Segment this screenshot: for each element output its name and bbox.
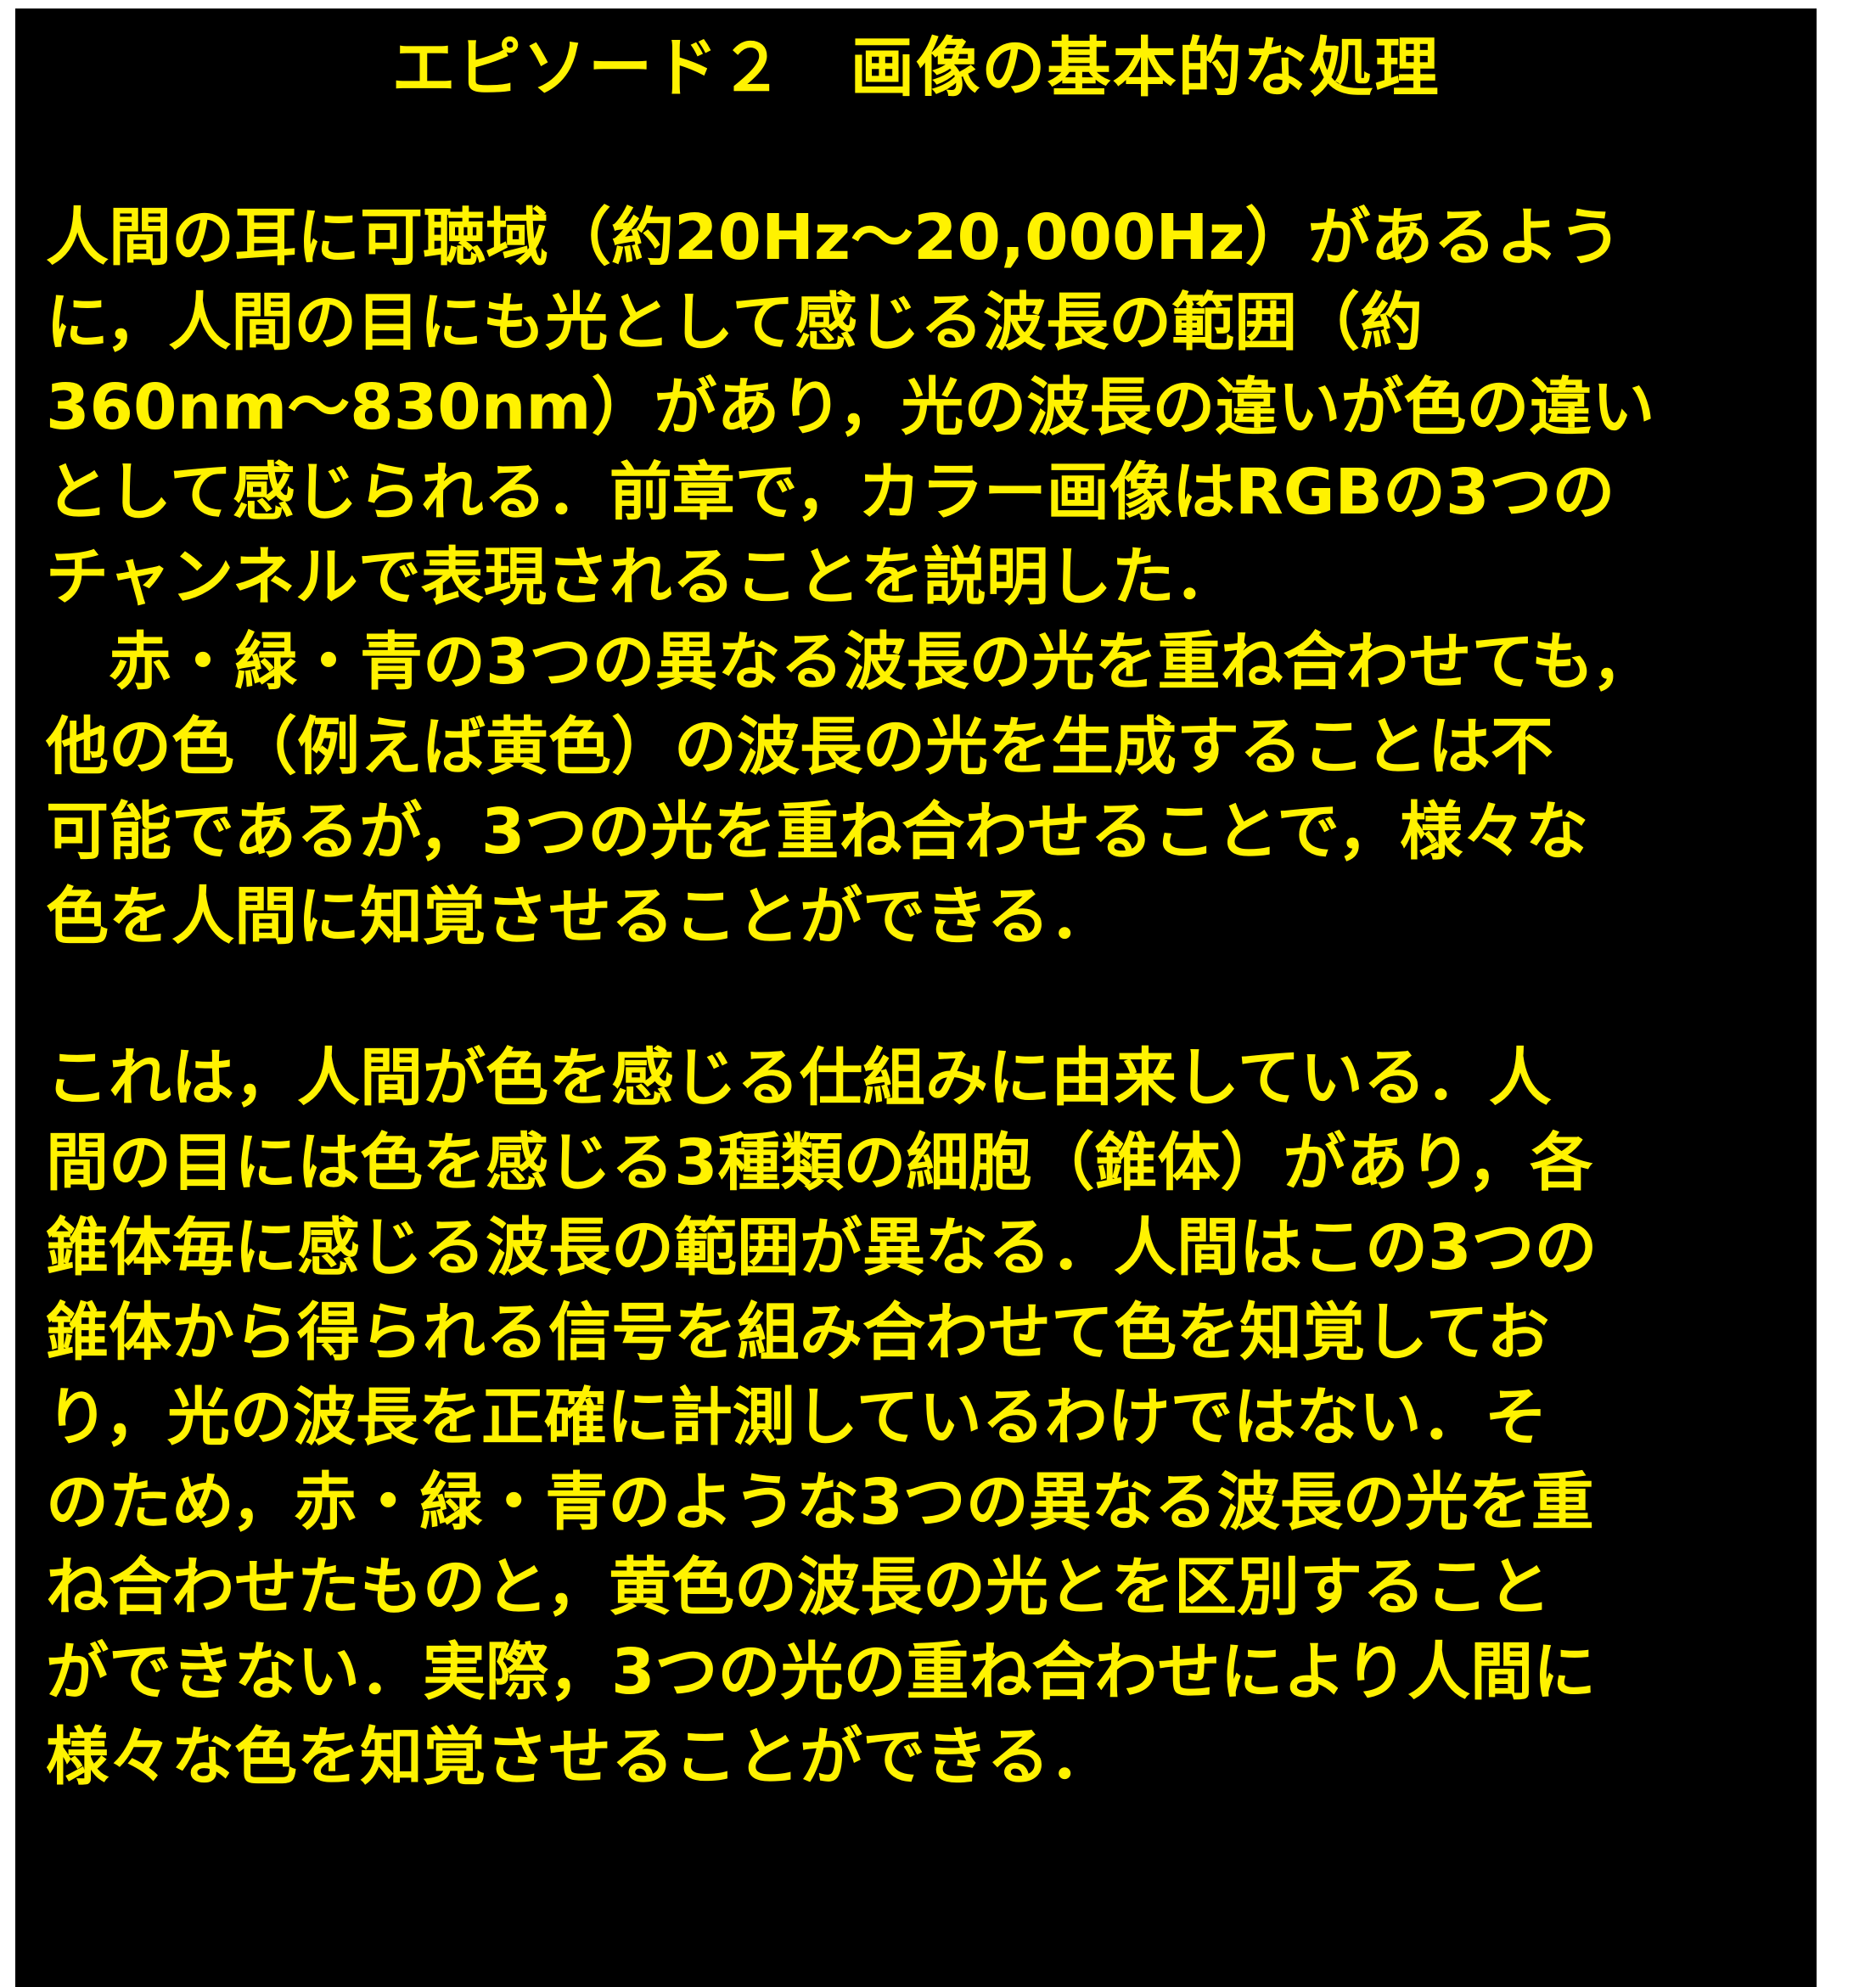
paragraph-1-line: 他の色（例えば黄色）の波長の光を生成することは不	[46, 710, 1553, 783]
paragraph-2-line: 錐体から得られる信号を組み合わせて色を知覚してお	[46, 1296, 1550, 1369]
paragraph-1-line: 色を人間に知覚させることができる．	[46, 880, 1113, 953]
paragraph-2-line: ね合わせたものと，黄色の波長の光とを区別すること	[46, 1551, 1552, 1624]
paragraph-2-line: ができない．実際，3つの光の重ね合わせにより人間に	[46, 1636, 1597, 1709]
paragraph-2-line: り，光の波長を正確に計測しているわけではない．そ	[46, 1381, 1547, 1454]
paragraph-1-line: として感じられる．前章で，カラー画像はRGBの3つの	[46, 456, 1615, 529]
page-title: エピソード２ 画像の基本的な処理	[391, 30, 1441, 105]
paragraph-1-line: 360nm～830nm）があり，光の波長の違いが色の違い	[46, 371, 1655, 444]
paragraph-1-line: 人間の耳に可聴域（約20Hz～20,000Hz）があるよう	[46, 201, 1622, 274]
paragraph-2-line: これは，人間が色を感じる仕組みに由来している．人	[46, 1041, 1552, 1114]
paragraph-2-line: 様々な色を知覚させることができる．	[46, 1720, 1113, 1793]
paragraph-1-line: 可能であるが，3つの光を重ね合わせることで，様々な	[46, 795, 1589, 868]
paragraph-2-line: 錐体毎に感じる波長の範囲が異なる．人間はこの3つの	[46, 1211, 1598, 1284]
paragraph-2-line: 間の目には色を感じる3種類の細胞（錐体）があり，各	[46, 1126, 1593, 1199]
paragraph-1-line: に，人間の目にも光として感じる波長の範囲（約	[46, 286, 1424, 359]
slide-panel: エピソード２ 画像の基本的な処理 人間の耳に可聴域（約20Hz～20,000Hz…	[15, 8, 1817, 1987]
paragraph-1-line: チャンネルで表現されることを説明した．	[46, 541, 1238, 614]
paragraph-2-line: のため，赤・緑・青のような3つの異なる波長の光を重	[46, 1466, 1594, 1539]
paragraph-1-line: 赤・緑・青の3つの異なる波長の光を重ね合わせても，	[46, 626, 1654, 699]
